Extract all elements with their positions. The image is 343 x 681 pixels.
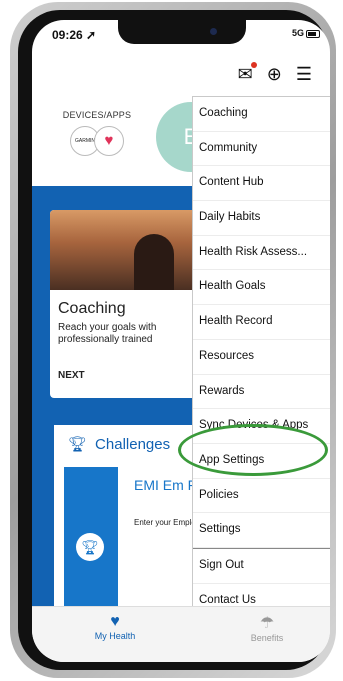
trophy-badge-icon: 🏆︎: [76, 533, 104, 561]
phone-notch: [118, 20, 246, 44]
menu-item-resources[interactable]: Resources: [193, 340, 330, 375]
challenges-heading: Challenges: [95, 435, 171, 453]
coaching-card[interactable]: Coaching Reach your goals with professio…: [50, 210, 210, 398]
menu-item-health-risk-assessment[interactable]: Health Risk Assess...: [193, 236, 330, 271]
coaching-card-title: Coaching: [58, 300, 126, 317]
tab-my-health[interactable]: ♥ My Health: [70, 613, 160, 641]
devices-apps-label: DEVICES/APPS: [62, 110, 132, 120]
menu-item-health-goals[interactable]: Health Goals: [193, 270, 330, 306]
coaching-image: [50, 210, 210, 290]
camera-icon: [210, 28, 217, 35]
menu-item-policies[interactable]: Policies: [193, 479, 330, 514]
tab-benefits-label: Benefits: [250, 633, 284, 643]
dropdown-menu: Coaching Community Content Hub Daily Hab…: [192, 96, 330, 620]
heart-icon: ♥: [94, 126, 124, 156]
menu-item-sign-out[interactable]: Sign Out: [193, 547, 330, 584]
trophy-icon: 🏆︎: [68, 436, 88, 453]
status-time: 09:26 ➚: [52, 28, 97, 42]
heart-icon: ♥: [110, 613, 120, 630]
menu-item-settings[interactable]: Settings: [193, 513, 330, 548]
globe-icon[interactable]: ⊕: [267, 64, 282, 85]
menu-item-community[interactable]: Community: [193, 132, 330, 167]
menu-item-content-hub[interactable]: Content Hub: [193, 166, 330, 202]
app-screen: 09:26 ➚ 5G ✉ ⊕ ☰ DEVICES/APPS GARMIN ♥ E…: [32, 20, 330, 662]
tab-my-health-label: My Health: [94, 631, 136, 641]
network-indicator: 5G: [291, 28, 304, 38]
mail-icon[interactable]: ✉: [238, 62, 257, 85]
app-settings-highlight: [178, 424, 328, 476]
tab-benefits[interactable]: ☂ Benefits: [222, 613, 312, 643]
menu-item-rewards[interactable]: Rewards: [193, 375, 330, 410]
menu-item-health-record[interactable]: Health Record: [193, 305, 330, 340]
battery-icon: [306, 30, 320, 38]
menu-item-daily-habits[interactable]: Daily Habits: [193, 201, 330, 236]
bottom-nav: ♥ My Health ☂ Benefits: [32, 606, 330, 662]
coaching-card-description: Reach your goals with professionally tra…: [58, 322, 157, 345]
person-silhouette: [134, 234, 174, 290]
umbrella-icon: ☂: [259, 615, 275, 632]
challenge-side-panel: 🏆︎: [64, 467, 118, 617]
notification-dot: [250, 62, 257, 68]
phone-frame: 09:26 ➚ 5G ✉ ⊕ ☰ DEVICES/APPS GARMIN ♥ E…: [10, 2, 336, 678]
hamburger-menu-icon[interactable]: ☰: [296, 64, 312, 85]
devices-apps[interactable]: DEVICES/APPS GARMIN ♥: [56, 110, 138, 156]
menu-item-coaching[interactable]: Coaching: [193, 97, 330, 132]
devices-list: GARMIN ♥: [56, 126, 138, 156]
header-actions: ✉ ⊕ ☰: [238, 62, 312, 85]
coaching-next-button[interactable]: NEXT: [58, 370, 210, 381]
